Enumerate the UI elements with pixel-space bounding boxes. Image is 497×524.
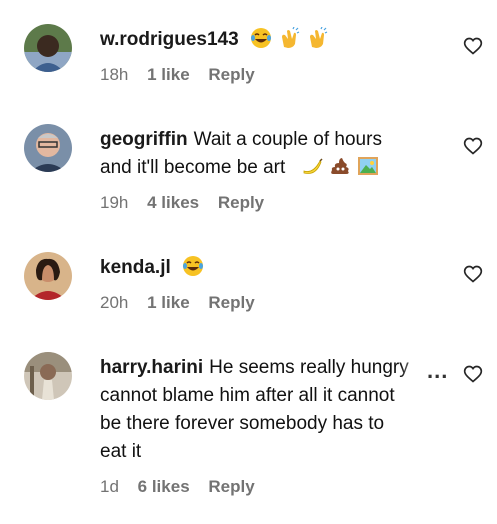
likes-count[interactable]: 6 likes [138, 477, 190, 496]
clap-icon [281, 27, 300, 48]
comment-body: geogriffin Wait a couple of hours and it'… [100, 126, 440, 214]
comment-meta: 20h 1 like Reply [100, 292, 440, 314]
comment-body: harry.harini He seems really hungry canno… [100, 354, 440, 498]
comment-timestamp: 20h [100, 293, 129, 312]
avatar[interactable] [24, 24, 72, 72]
like-heart-icon[interactable] [463, 36, 483, 56]
likes-count[interactable]: 1 like [147, 65, 190, 84]
joy-tears-icon [183, 256, 204, 276]
comment-message-line: be there forever somebody has to [100, 413, 385, 434]
comment-message-line: He seems really hungry [209, 357, 409, 378]
comment-message-line: and it'll become be art [100, 157, 286, 178]
avatar[interactable] [24, 352, 72, 400]
like-heart-icon[interactable] [463, 264, 483, 284]
like-heart-icon[interactable] [463, 136, 483, 156]
joy-tears-icon [250, 28, 271, 48]
comment-text: kenda.jl [100, 254, 440, 282]
comment-body: kenda.jl 20h 1 like Reply [100, 254, 440, 314]
comment-message-line: eat it [100, 441, 142, 462]
reply-button[interactable]: Reply [218, 193, 264, 212]
banana-icon [303, 158, 323, 174]
reply-button[interactable]: Reply [208, 65, 254, 84]
comment-timestamp: 1d [100, 477, 119, 496]
clap-icon [309, 27, 328, 48]
framed-picture-icon [357, 157, 378, 175]
comment-message-line: cannot blame him after all it cannot [100, 385, 395, 406]
comment-message-line: Wait a couple of hours [193, 129, 382, 150]
likes-count[interactable]: 4 likes [147, 193, 199, 212]
comment-meta: 1d 6 likes Reply [100, 476, 440, 498]
avatar[interactable] [24, 252, 72, 300]
comment-text: w.rodrigues143 [100, 26, 440, 54]
poop-icon [330, 158, 349, 174]
comment-timestamp: 19h [100, 193, 129, 212]
likes-count[interactable]: 1 like [147, 293, 190, 312]
comment-meta: 18h 1 like Reply [100, 64, 440, 86]
comment-meta: 19h 4 likes Reply [100, 192, 440, 214]
comment-first-line: harry.harini He seems really hungry [100, 357, 409, 378]
comment-username[interactable]: harry.harini [100, 357, 203, 378]
comment-username[interactable]: w.rodrigues143 [100, 29, 239, 50]
avatar[interactable] [24, 124, 72, 172]
reply-button[interactable]: Reply [208, 477, 254, 496]
comment-timestamp: 18h [100, 65, 129, 84]
comment-username[interactable]: geogriffin [100, 129, 188, 150]
more-options-button[interactable]: ... [423, 360, 453, 382]
like-heart-icon[interactable] [463, 364, 483, 384]
comment-text: geogriffin Wait a couple of hours and it'… [100, 126, 440, 182]
reply-button[interactable]: Reply [208, 293, 254, 312]
comment-text: harry.harini He seems really hungry canno… [100, 354, 440, 466]
comment-body: w.rodrigues143 18h 1 like Reply [100, 26, 440, 86]
comment-username[interactable]: kenda.jl [100, 257, 171, 278]
